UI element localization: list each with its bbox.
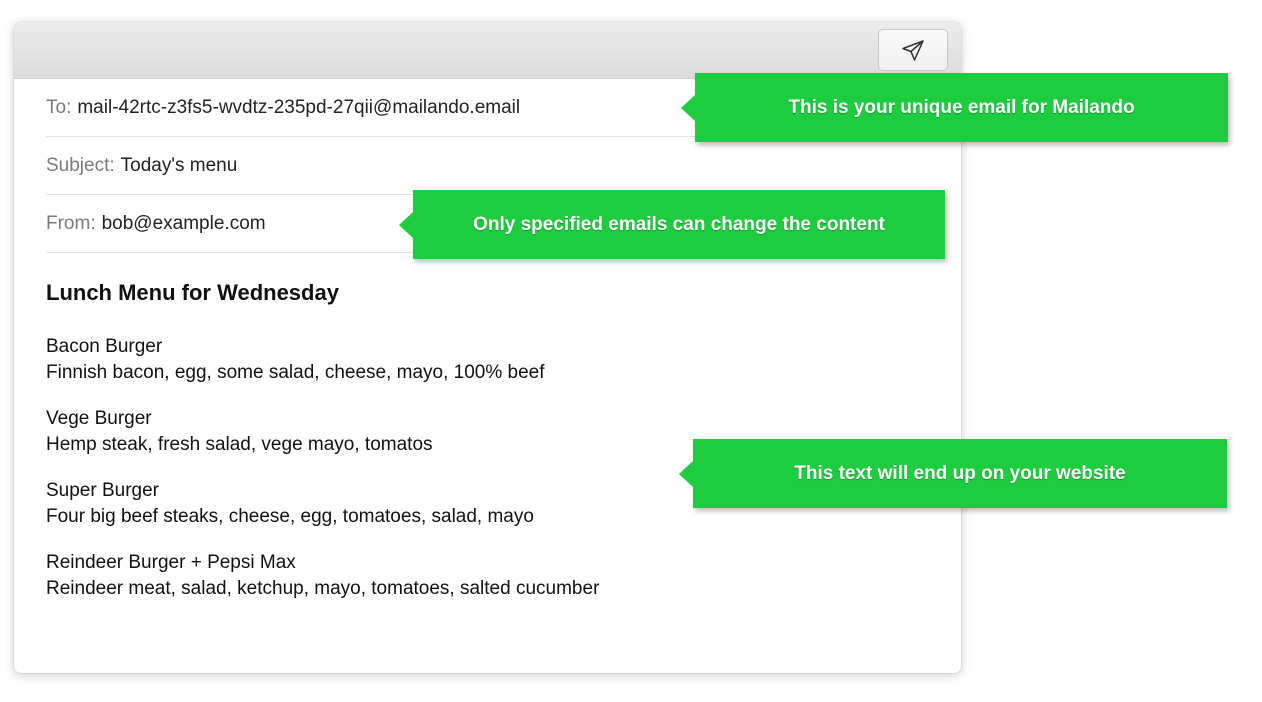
to-field[interactable]: mail-42rtc-z3fs5-wvdtz-235pd-27qii@maila… xyxy=(77,97,520,119)
callout-specified-emails: Only specified emails can change the con… xyxy=(399,190,945,259)
menu-item: Bacon Burger Finnish bacon, egg, some sa… xyxy=(46,334,961,386)
callout-unique-email: This is your unique email for Mailando xyxy=(681,73,1228,142)
send-button[interactable] xyxy=(878,29,948,71)
mail-body[interactable]: Lunch Menu for Wednesday Bacon Burger Fi… xyxy=(14,253,961,602)
menu-item-description: Reindeer meat, salad, ketchup, mayo, tom… xyxy=(46,578,600,599)
stage: To: mail-42rtc-z3fs5-wvdtz-235pd-27qii@m… xyxy=(0,0,1262,702)
subject-label: Subject: xyxy=(46,154,115,176)
subject-field[interactable]: Today's menu xyxy=(121,155,238,177)
from-label: From: xyxy=(46,212,96,234)
subject-row[interactable]: Subject: Today's menu xyxy=(46,137,931,195)
menu-item: Reindeer Burger + Pepsi Max Reindeer mea… xyxy=(46,550,961,602)
to-label: To: xyxy=(46,96,72,118)
menu-item-name: Bacon Burger xyxy=(46,336,163,357)
from-field[interactable]: bob@example.com xyxy=(102,213,266,235)
menu-title: Lunch Menu for Wednesday xyxy=(46,280,339,305)
toolbar xyxy=(14,22,961,79)
menu-item-description: Finnish bacon, egg, some salad, cheese, … xyxy=(46,362,545,383)
paper-plane-icon xyxy=(902,40,924,61)
menu-item-name: Vege Burger xyxy=(46,408,152,429)
menu-item-name: Reindeer Burger + Pepsi Max xyxy=(46,552,296,573)
callout-website-text: This text will end up on your website xyxy=(679,439,1227,508)
